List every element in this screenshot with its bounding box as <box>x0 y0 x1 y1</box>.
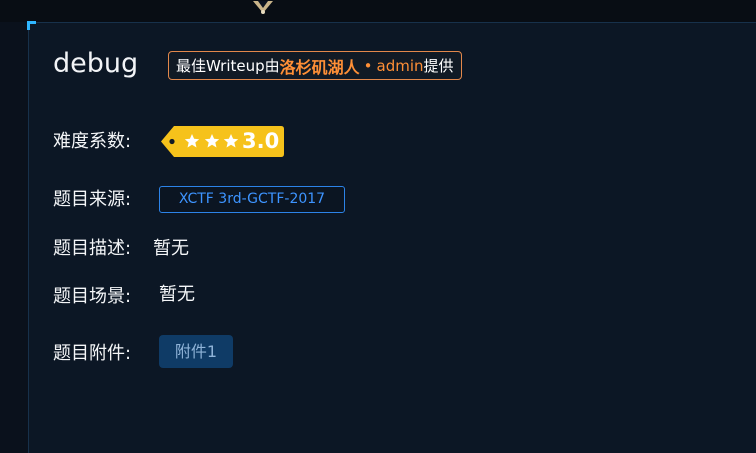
writeup-separator: • <box>363 56 373 75</box>
best-writeup-badge[interactable]: 最佳Writeup由 洛杉矶湖人 • admin 提供 <box>168 51 462 80</box>
attachment-label: 题目附件: <box>53 343 132 364</box>
difficulty-label: 难度系数: <box>53 131 132 152</box>
scene-label: 题目场景: <box>53 286 132 307</box>
writeup-suffix: 提供 <box>423 57 454 75</box>
description-label: 题目描述: <box>53 238 132 259</box>
source-label: 题目来源: <box>53 189 132 210</box>
corner-accent <box>27 21 36 30</box>
writeup-prefix: 最佳Writeup由 <box>176 57 280 75</box>
top-bar <box>0 0 756 22</box>
difficulty-score: 3.0 <box>242 129 280 153</box>
challenge-card <box>28 22 756 453</box>
attachment-download-button[interactable]: 附件1 <box>159 335 233 368</box>
challenge-title: debug <box>53 48 139 79</box>
source-tag: XCTF 3rd-GCTF-2017 <box>159 186 345 213</box>
writeup-author-link[interactable]: 洛杉矶湖人 <box>280 54 360 78</box>
description-value: 暂无 <box>153 238 189 259</box>
scene-value: 暂无 <box>159 284 195 305</box>
ornament-icon <box>243 0 283 14</box>
writeup-author-role: admin <box>376 56 424 75</box>
left-gutter <box>0 22 28 453</box>
